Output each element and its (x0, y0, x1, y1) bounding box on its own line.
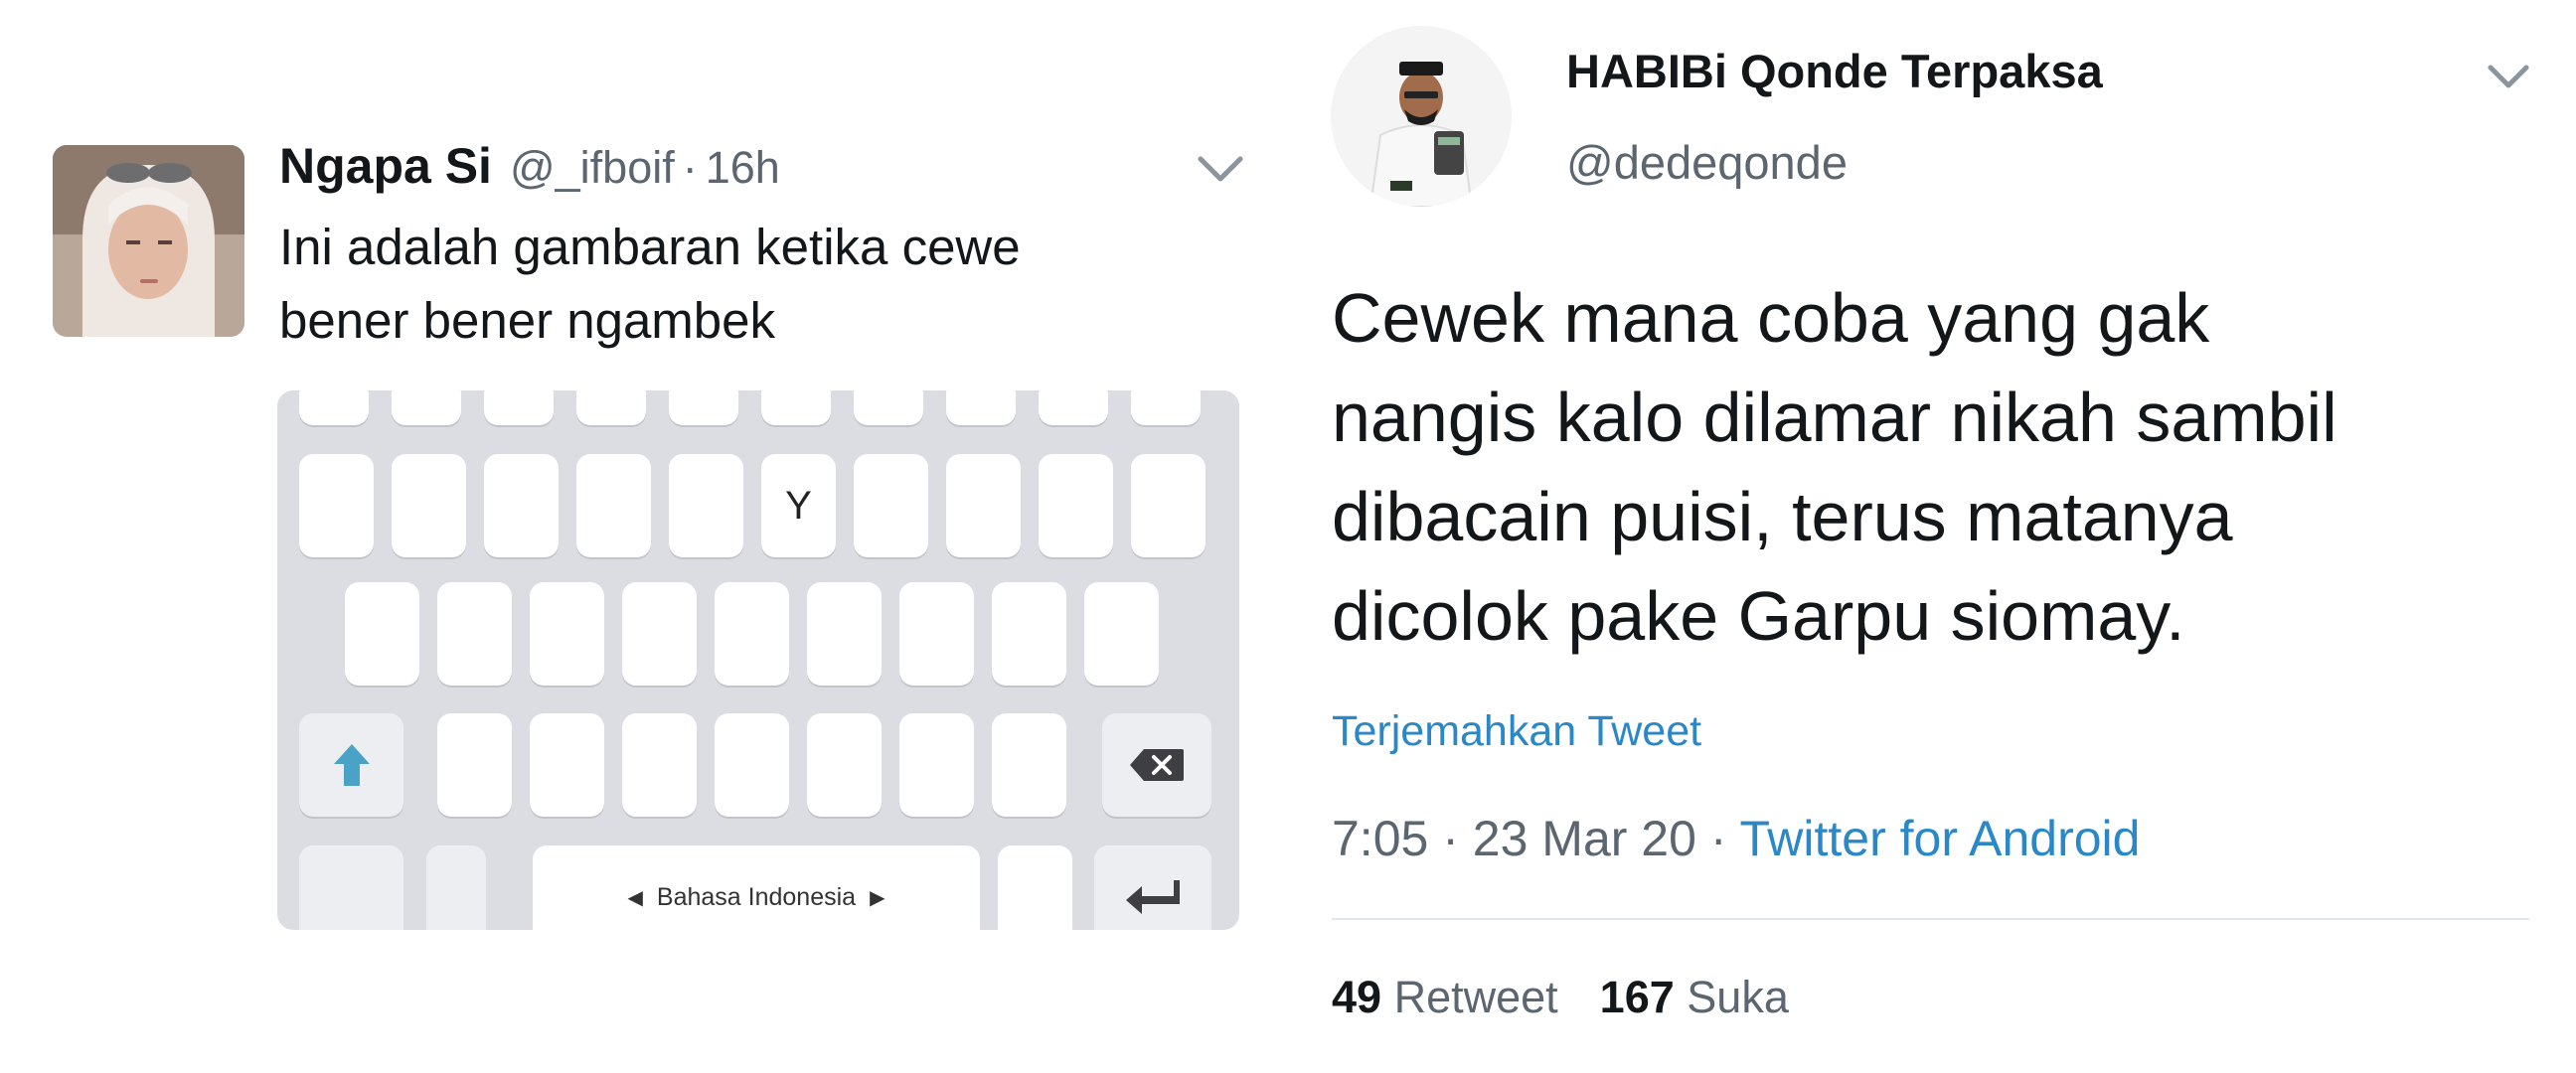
tweet-text: Ini adalah gambaran ketika cewe bener be… (279, 211, 1174, 358)
keyboard-key (484, 454, 559, 557)
keyboard-key (899, 713, 974, 817)
keyboard-key-y: Y (761, 454, 836, 557)
keyboard-key (576, 454, 651, 557)
keyboard-key (392, 390, 461, 425)
tweet-date: 23 Mar 20 (1472, 811, 1696, 866)
keyboard-key (854, 390, 923, 425)
tweet-text-line: Cewek mana coba yang gak (1332, 279, 2210, 357)
keyboard-key (1131, 454, 1206, 557)
tweet-time[interactable]: 16h (706, 142, 780, 194)
retweet-count: 49 (1332, 972, 1382, 1022)
keyboard-key (715, 713, 789, 817)
keyboard-key (437, 582, 512, 686)
keyboard-key (622, 582, 697, 686)
shift-arrow-icon (333, 744, 370, 786)
keyboard-key (484, 390, 554, 425)
retweet-stat[interactable]: 49 Retweet (1332, 972, 1558, 1022)
tweet-text-line: Ini adalah gambaran ketika cewe (279, 219, 1021, 275)
keyboard-key (992, 582, 1066, 686)
avatar[interactable] (1331, 26, 1512, 207)
tweet-text: Cewek mana coba yang gak nangis kalo dil… (1332, 268, 2524, 666)
keyboard-key (946, 390, 1016, 425)
tweet-time: 7:05 (1332, 811, 1429, 866)
like-stat[interactable]: 167 Suka (1600, 972, 1789, 1022)
separator: · (682, 142, 698, 193)
tweet-header: Ngapa Si @_ifboif · 16h (279, 137, 780, 199)
divider (1332, 918, 2529, 920)
keyboard-key (426, 845, 486, 930)
avatar[interactable] (53, 145, 244, 337)
keyboard-key (1039, 390, 1108, 425)
keyboard-key (1084, 582, 1159, 686)
keyboard-key (299, 845, 403, 930)
keyboard-key (761, 390, 831, 425)
left-tweet: Ngapa Si @_ifboif · 16h Ini adalah gamba… (0, 0, 1292, 1073)
author-handle[interactable]: @_ifboif (510, 142, 675, 194)
tweet-stats: 49 Retweet 167 Suka (1332, 972, 1789, 1023)
keyboard-language: ◀ Bahasa Indonesia ▶ (628, 883, 886, 912)
keyboard-key (530, 582, 604, 686)
keyboard-key (530, 713, 604, 817)
keyboard-key (622, 713, 697, 817)
keyboard-key (715, 582, 789, 686)
retweet-label: Retweet (1393, 972, 1558, 1022)
keyboard-key (576, 390, 646, 425)
shift-key (299, 713, 403, 817)
keyboard-key (669, 454, 743, 557)
keyboard-key (299, 390, 369, 425)
chevron-down-icon[interactable] (1193, 149, 1248, 189)
author-handle[interactable]: @dedeqonde (1566, 135, 1848, 190)
keyboard-key (854, 454, 928, 557)
translate-tweet-link[interactable]: Terjemahkan Tweet (1332, 707, 1701, 756)
separator: · (1709, 811, 1727, 866)
language-label: Bahasa Indonesia (656, 882, 857, 911)
keyboard-key (807, 713, 882, 817)
keyboard-key (1039, 454, 1113, 557)
like-count: 167 (1599, 972, 1675, 1022)
spacebar-key: ◀ Bahasa Indonesia ▶ (533, 845, 980, 930)
tweet-source-link[interactable]: Twitter for Android (1739, 811, 2140, 866)
keyboard-key (299, 454, 374, 557)
keyboard-key (392, 454, 466, 557)
triangle-right-icon: ▶ (870, 886, 886, 909)
keyboard-key (998, 845, 1072, 930)
tweet-text-line: bener bener ngambek (279, 292, 776, 349)
keyboard-key (1131, 390, 1201, 425)
keyboard-key (807, 582, 882, 686)
tweet-text-line: dicolok pake Garpu siomay. (1332, 577, 2185, 655)
author-name[interactable]: HABIBi Qonde Terpaksa (1566, 44, 2103, 98)
keyboard-key (345, 582, 419, 686)
enter-icon (1126, 880, 1180, 914)
backspace-icon (1130, 749, 1184, 781)
author-name[interactable]: Ngapa Si (279, 137, 492, 195)
keyboard-key (899, 582, 974, 686)
tweet-text-line: dibacain puisi, terus matanya (1332, 478, 2233, 555)
backspace-key (1102, 713, 1211, 817)
separator: · (1442, 811, 1459, 866)
chevron-down-icon[interactable] (2483, 60, 2534, 93)
triangle-left-icon: ◀ (627, 886, 643, 909)
key-label: Y (785, 483, 812, 528)
keyboard-key (946, 454, 1021, 557)
enter-key (1094, 845, 1211, 930)
keyboard-key (669, 390, 738, 425)
keyboard-key (992, 713, 1066, 817)
keyboard-image[interactable]: Y ◀ Bahasa Indonesia ▶ (277, 390, 1239, 930)
like-label: Suka (1687, 972, 1789, 1022)
keyboard-key (437, 713, 512, 817)
tweet-text-line: nangis kalo dilamar nikah sambil (1332, 379, 2337, 456)
tweet-meta: 7:05 · 23 Mar 20 · Twitter for Android (1332, 810, 2140, 867)
